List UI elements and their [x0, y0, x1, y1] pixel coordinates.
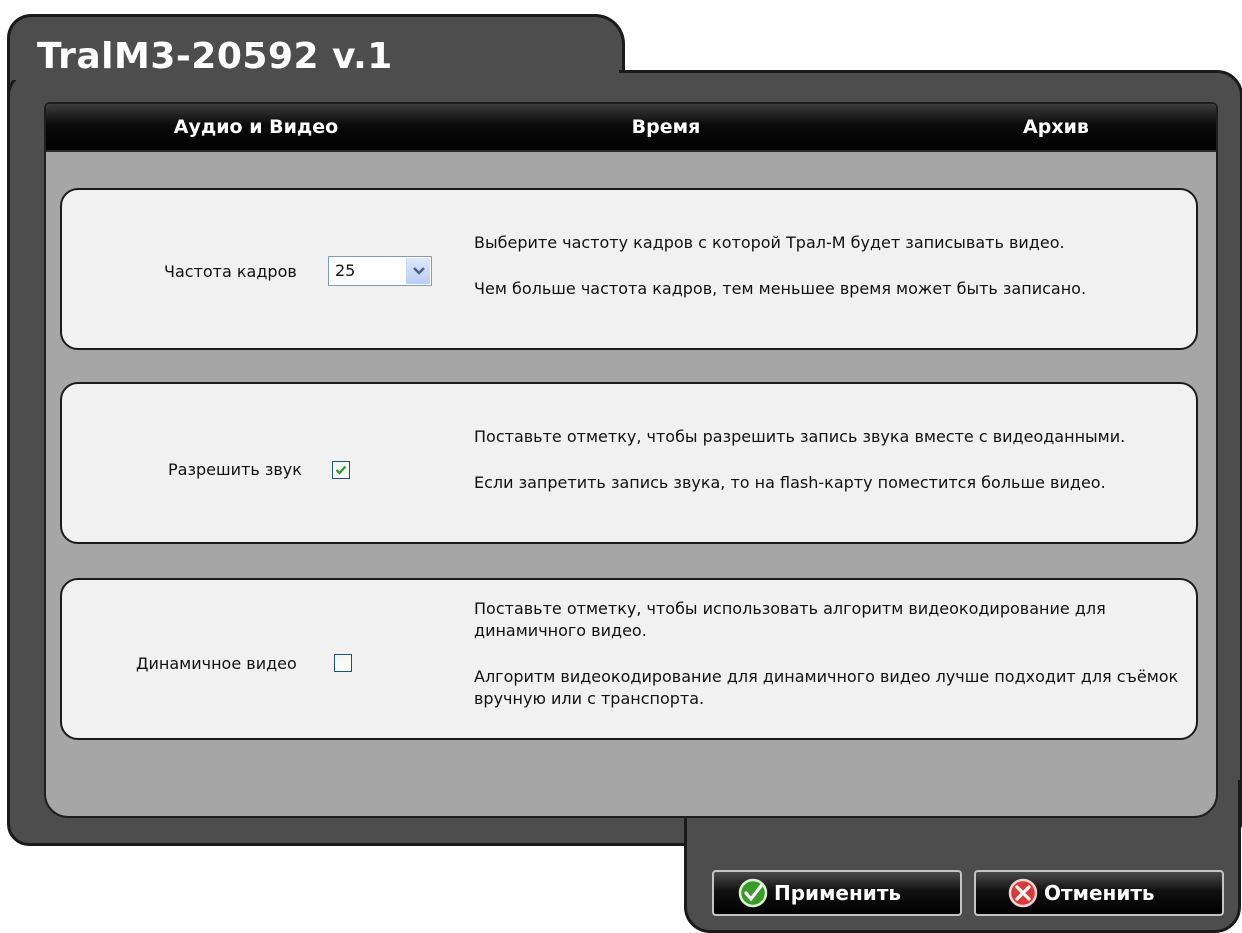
- chevron-down-icon[interactable]: [406, 258, 430, 284]
- tab-time[interactable]: Время: [516, 104, 816, 150]
- frame-rate-card: Частота кадров 25 Выберите частоту кадро…: [60, 188, 1198, 350]
- sound-card: Разрешить звук Поставьте отметку, чтобы …: [60, 382, 1198, 544]
- cancel-button[interactable]: Отменить: [974, 870, 1224, 916]
- settings-panel: Аудио и Видео Время Архив Частота кадров…: [44, 102, 1218, 818]
- frame-rate-select[interactable]: 25: [328, 256, 432, 286]
- sound-checkbox[interactable]: [332, 461, 350, 479]
- tab-audio-video[interactable]: Аудио и Видео: [106, 104, 406, 152]
- apply-button[interactable]: Применить: [712, 870, 962, 916]
- tab-bar: Аудио и Видео Время Архив: [46, 104, 1216, 152]
- sound-label: Разрешить звук: [168, 460, 302, 479]
- sound-description: Поставьте отметку, чтобы разрешить запис…: [474, 427, 1126, 492]
- dynamic-video-card: Динамичное видео Поставьте отметку, чтоб…: [60, 578, 1198, 740]
- frame-rate-description: Выберите частоту кадров с которой Трал-М…: [474, 233, 1087, 298]
- cross-circle-icon: [1008, 878, 1038, 908]
- dynamic-video-checkbox[interactable]: [334, 654, 352, 672]
- check-circle-icon: [738, 878, 768, 908]
- checkmark-icon: [335, 465, 347, 475]
- window-title: TralM3-20592 v.1: [37, 36, 393, 77]
- frame-rate-label: Частота кадров: [164, 262, 297, 281]
- dynamic-video-label: Динамичное видео: [136, 654, 297, 673]
- settings-window: TralM3-20592 v.1 Аудио и Видео Время Арх…: [0, 0, 1242, 933]
- dynamic-video-description: Поставьте отметку, чтобы использовать ал…: [474, 599, 1179, 708]
- frame-rate-value: 25: [335, 261, 356, 280]
- tab-archive[interactable]: Архив: [906, 104, 1206, 150]
